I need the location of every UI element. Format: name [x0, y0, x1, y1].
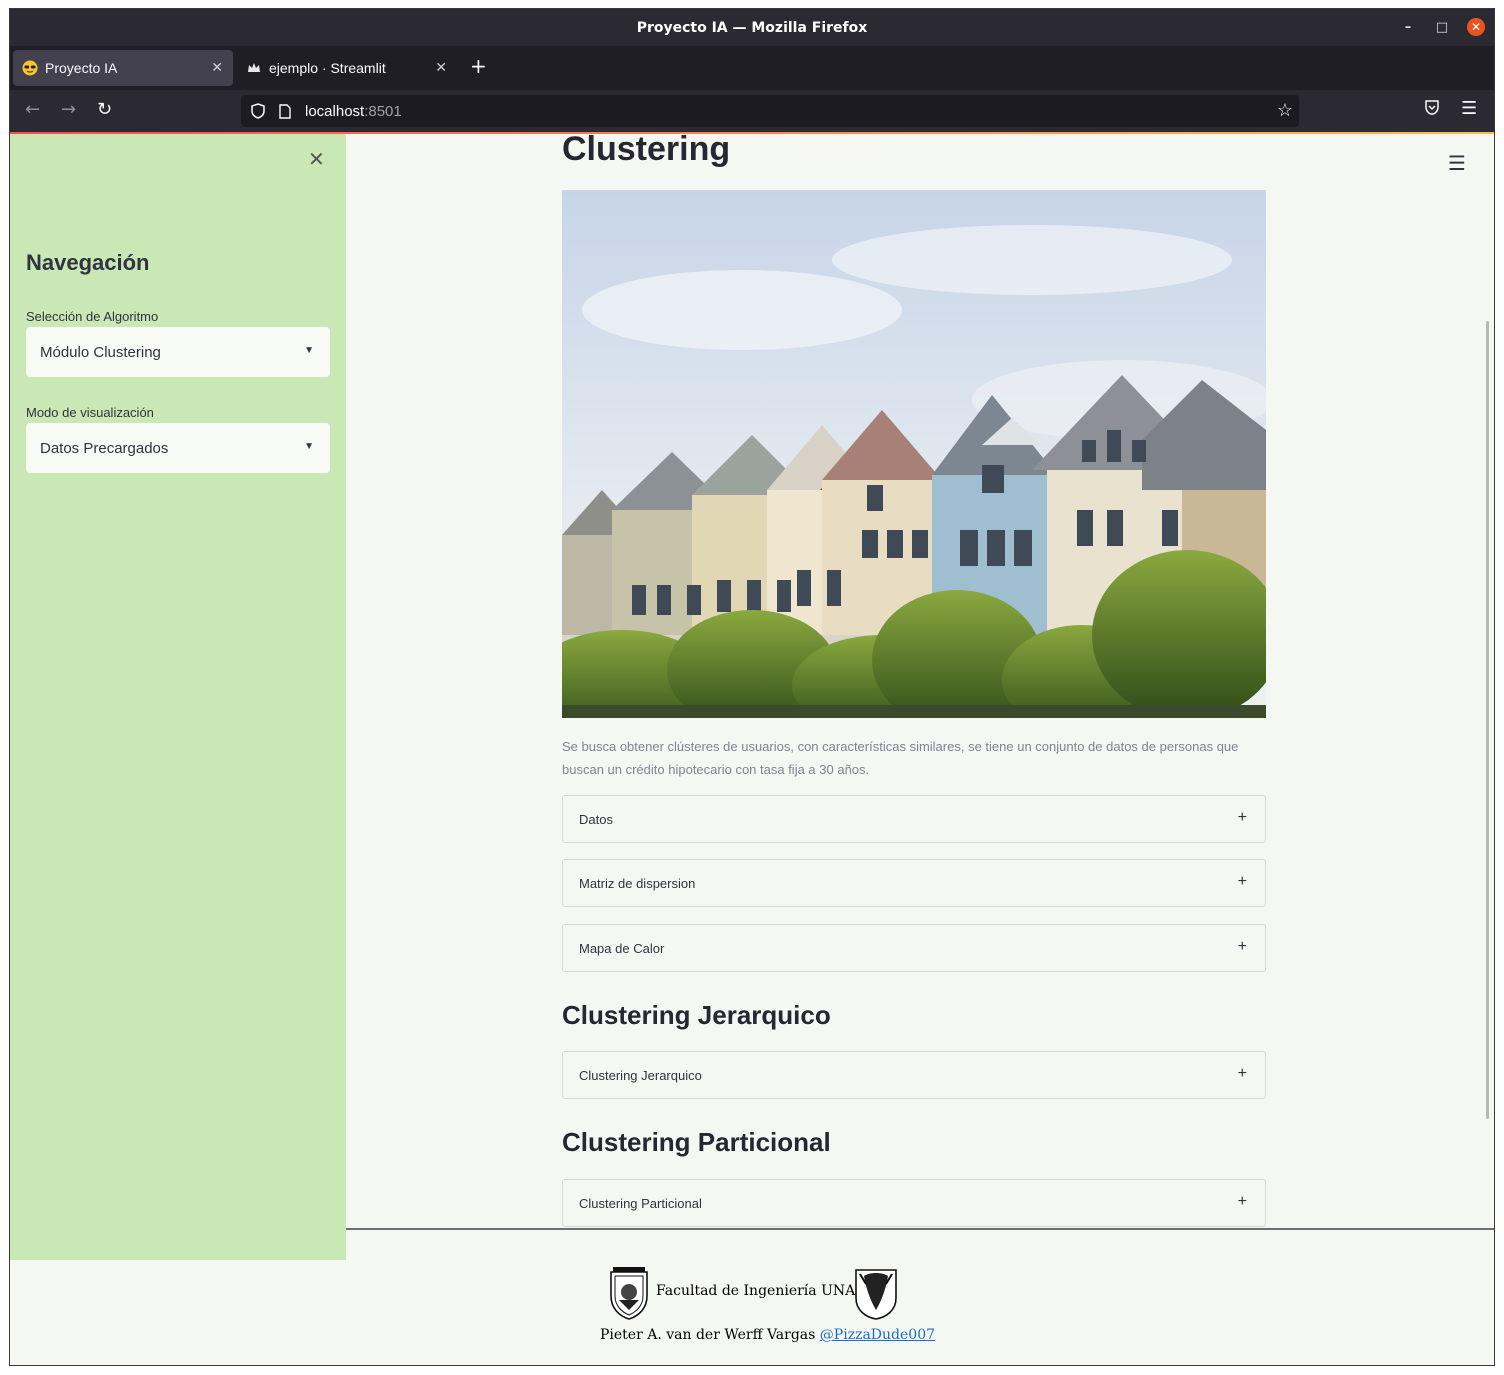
expander-label: Mapa de Calor — [579, 940, 665, 956]
reload-icon[interactable]: ↻ — [97, 100, 112, 120]
mode-select[interactable]: Datos Precargados ▼ — [26, 423, 330, 473]
sunglasses-emoji-icon — [22, 60, 38, 76]
pocket-icon[interactable] — [1424, 100, 1440, 119]
url-port: :8501 — [364, 102, 402, 120]
footer-handle-link[interactable]: @PizzaDude007 — [820, 1327, 935, 1343]
algorithm-select[interactable]: Módulo Clustering ▼ — [26, 327, 330, 377]
title-bar: Proyecto IA — Mozilla Firefox – □ ✕ — [10, 9, 1494, 46]
footer-author: Pieter A. van der Werff Vargas — [600, 1327, 816, 1343]
expander-clustering-particional[interactable]: Clustering Particional + — [562, 1179, 1266, 1227]
mode-select-value: Datos Precargados — [40, 439, 169, 457]
expander-label: Clustering Jerarquico — [579, 1067, 702, 1083]
chevron-down-icon: ▼ — [304, 345, 314, 356]
url-bar[interactable]: localhost:8501 ☆ — [241, 95, 1299, 127]
plus-icon: + — [1237, 938, 1247, 955]
close-tab-icon[interactable]: ✕ — [435, 59, 447, 76]
navigation-toolbar: ← → ↻ localhost:8501 ☆ ☰ — [10, 90, 1494, 132]
expander-label: Clustering Particional — [579, 1195, 702, 1211]
app-menu-icon[interactable]: ☰ — [1461, 98, 1477, 119]
expander-datos[interactable]: Datos + — [562, 795, 1266, 843]
close-tab-icon[interactable]: ✕ — [211, 59, 223, 76]
browser-window: Proyecto IA — Mozilla Firefox – □ ✕ Proy… — [9, 8, 1495, 1366]
bookmark-star-icon[interactable]: ☆ — [1277, 100, 1293, 121]
tab-label: ejemplo · Streamlit — [269, 60, 386, 76]
footer: Facultad de Ingeniería UNAM Pieter A. va… — [346, 1228, 1494, 1365]
close-sidebar-icon[interactable]: ✕ — [308, 147, 325, 171]
minimize-icon[interactable]: – — [1399, 18, 1417, 36]
plus-icon: + — [1237, 1193, 1247, 1210]
algorithm-select-value: Módulo Clustering — [40, 343, 161, 361]
chevron-down-icon: ▼ — [304, 441, 314, 452]
back-icon[interactable]: ← — [25, 100, 40, 120]
houses-photo — [562, 190, 1266, 718]
plus-icon: + — [1237, 873, 1247, 890]
window-title: Proyecto IA — Mozilla Firefox — [636, 19, 868, 36]
section-title-particional: Clustering Particional — [562, 1127, 831, 1157]
sidebar: ✕ Navegación Selección de Algoritmo Módu… — [10, 134, 346, 1260]
crown-icon — [246, 60, 262, 76]
close-window-icon[interactable]: ✕ — [1467, 18, 1485, 36]
plus-icon: + — [1237, 1065, 1247, 1082]
expander-mapa-calor[interactable]: Mapa de Calor + — [562, 924, 1266, 972]
expander-matriz-dispersion[interactable]: Matriz de dispersion + — [562, 859, 1266, 907]
tab-ejemplo-streamlit[interactable]: ejemplo · Streamlit ✕ — [237, 50, 457, 86]
maximize-icon[interactable]: □ — [1433, 18, 1451, 36]
tab-proyecto-ia[interactable]: Proyecto IA ✕ — [13, 50, 233, 86]
footer-credit: Pieter A. van der Werff Vargas @PizzaDud… — [600, 1327, 935, 1343]
streamlit-menu-icon[interactable]: ☰ — [1448, 151, 1466, 175]
description-text: Se busca obtener clústeres de usuarios, … — [562, 739, 1239, 777]
ingenieria-seal-icon — [610, 1267, 648, 1320]
footer-institution: Facultad de Ingeniería UNAM — [656, 1283, 870, 1299]
url-text[interactable]: localhost:8501 — [305, 103, 402, 120]
plus-icon: + — [1237, 809, 1247, 826]
expander-label: Matriz de dispersion — [579, 875, 696, 891]
scrollbar[interactable] — [1486, 321, 1489, 1119]
algorithm-select-label: Selección de Algoritmo — [26, 309, 159, 324]
url-host: localhost — [305, 102, 365, 120]
shield-icon[interactable] — [251, 103, 267, 119]
tab-strip: Proyecto IA ✕ ejemplo · Streamlit ✕ + — [10, 46, 1494, 90]
sidebar-title: Navegación — [26, 250, 150, 275]
expander-clustering-jerarquico[interactable]: Clustering Jerarquico + — [562, 1051, 1266, 1099]
tab-label: Proyecto IA — [45, 60, 118, 76]
page-info-icon[interactable] — [279, 103, 293, 119]
expander-label: Datos — [579, 811, 613, 827]
section-title-jerarquico: Clustering Jerarquico — [562, 1000, 831, 1030]
unam-seal-icon — [855, 1269, 897, 1320]
forward-icon[interactable]: → — [61, 100, 76, 120]
page-title: Clustering — [562, 130, 731, 168]
mode-select-label: Modo de visualización — [26, 405, 154, 420]
new-tab-icon[interactable]: + — [470, 56, 487, 76]
